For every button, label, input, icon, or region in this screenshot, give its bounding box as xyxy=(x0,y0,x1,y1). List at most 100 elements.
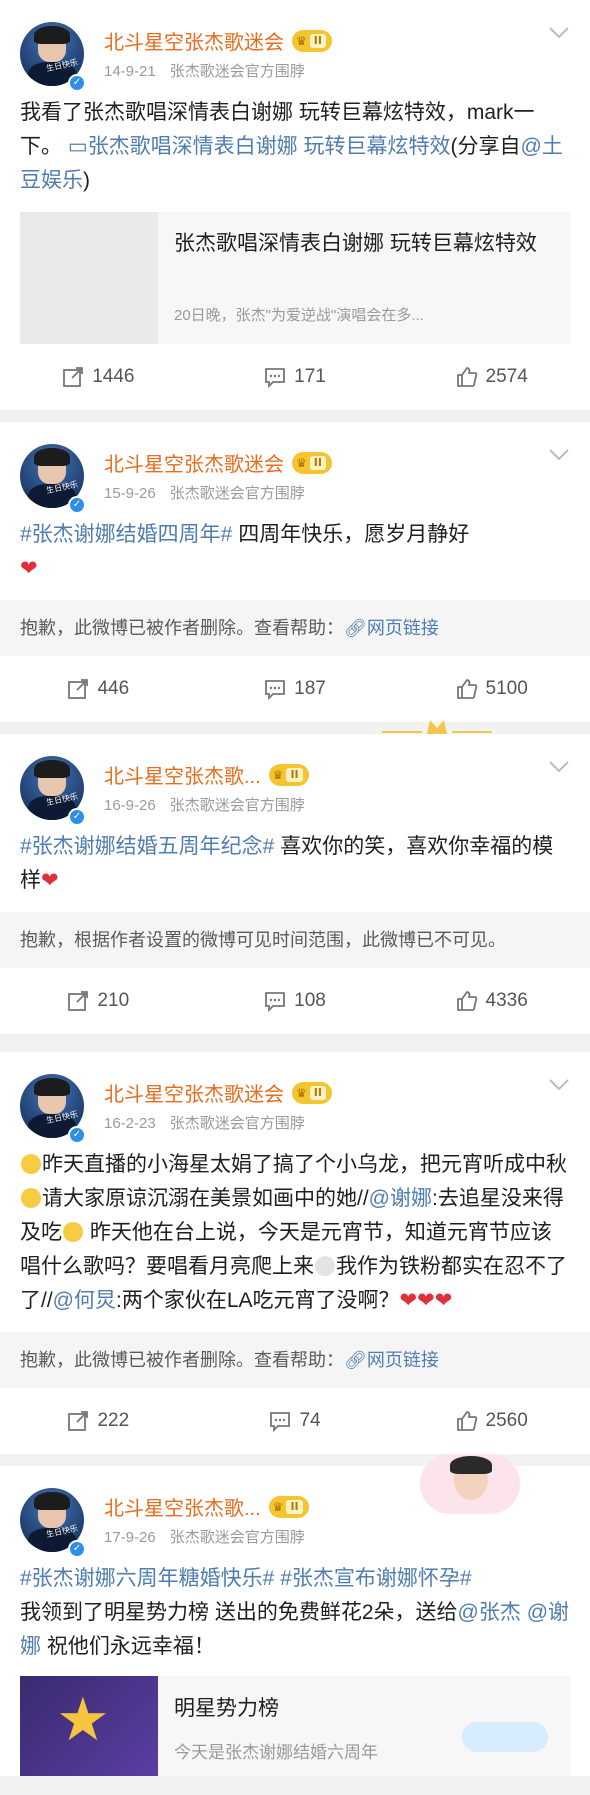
post-header: 生日快乐 ✓ 北斗星空张杰歌... ♛ II 17-9-26 张杰歌迷会官方围脖 xyxy=(0,1466,590,1562)
hashtag-link[interactable]: #张杰谢娜结婚五周年纪念# xyxy=(20,835,274,858)
weibo-post: 生日快乐 ✓ 北斗星空张杰歌迷会 ♛ II 16-2-23 张杰歌迷会官方围脖 昨天… xyxy=(0,1052,590,1454)
post-meta: 14-9-21 张杰歌迷会官方围脖 xyxy=(104,60,305,81)
comment-button[interactable]: 187 xyxy=(197,678,394,700)
post-header: 生日快乐 ✓ 北斗星空张杰歌迷会 ♛ II 16-2-23 张杰歌迷会官方围脖 xyxy=(0,1052,590,1148)
promo-button[interactable] xyxy=(462,1722,548,1752)
video-thumbnail xyxy=(20,212,158,344)
post-meta: 15-9-26 张杰歌迷会官方围脖 xyxy=(104,482,305,503)
promo-thumbnail: ★ xyxy=(20,1676,158,1776)
post-text: 昨天直播的小海星太娟了搞了个小乌龙，把元宵听成中秋请大家原谅沉溺在美景如画中的她… xyxy=(20,1153,567,1312)
comment-icon xyxy=(265,680,286,700)
comment-icon xyxy=(265,368,286,388)
post-date: 14-9-21 xyxy=(104,63,156,80)
deleted-notice: 抱歉，此微博已被作者删除。查看帮助：🔗︎网页链接 xyxy=(0,600,590,656)
crown-icon: ♛ xyxy=(272,1499,284,1514)
web-link[interactable]: 🔗︎网页链接 xyxy=(344,618,439,638)
author-name[interactable]: 北斗星空张杰歌... xyxy=(104,1492,261,1521)
author-name[interactable]: 北斗星空张杰歌迷会 xyxy=(104,26,284,55)
mention-link[interactable]: @何炅 xyxy=(53,1289,116,1312)
repost-button[interactable]: 446 xyxy=(0,678,197,700)
heart-emoji: ❤ xyxy=(41,869,59,892)
author-name[interactable]: 北斗星空张杰歌迷会 xyxy=(104,1078,284,1107)
promo-description: 今天是张杰谢娜结婚六周年 xyxy=(174,1743,378,1762)
mention-link[interactable]: @谢娜 xyxy=(369,1187,432,1210)
like-button[interactable]: 5100 xyxy=(393,678,590,700)
chevron-down-icon[interactable] xyxy=(548,26,570,40)
card-title: 张杰歌唱深情表白谢娜 玩转巨幕炫特效 xyxy=(174,232,537,255)
repost-icon xyxy=(68,1411,89,1431)
like-icon xyxy=(456,679,477,699)
emoji-icon xyxy=(21,1154,41,1174)
heart-emoji: ❤ xyxy=(20,557,38,580)
post-date: 16-2-23 xyxy=(104,1115,156,1132)
post-actions: 446 187 5100 xyxy=(0,656,590,722)
chevron-down-icon[interactable] xyxy=(548,1078,570,1092)
hidden-notice: 抱歉，根据作者设置的微博可见时间范围，此微博已不可见。 xyxy=(0,912,590,968)
comment-button[interactable]: 108 xyxy=(197,990,394,1012)
repost-button[interactable]: 222 xyxy=(0,1410,197,1432)
post-meta: 17-9-26 张杰歌迷会官方围脖 xyxy=(104,1526,305,1547)
post-source: 张杰歌迷会官方围脖 xyxy=(169,797,305,814)
repost-icon xyxy=(68,679,89,699)
hashtag-link[interactable]: #张杰宣布谢娜怀孕# xyxy=(280,1567,471,1590)
weibo-post: 生日快乐 ✓ 北斗星空张杰歌... ♛ II 17-9-26 张杰歌迷会官方围脖 #… xyxy=(0,1454,590,1776)
link-icon: 🔗︎ xyxy=(344,1350,367,1370)
repost-button[interactable]: 210 xyxy=(0,990,197,1012)
comment-button[interactable]: 74 xyxy=(197,1410,394,1432)
comment-icon xyxy=(265,992,286,1012)
crown-icon: ♛ xyxy=(272,767,284,782)
like-icon xyxy=(456,367,477,387)
post-source: 张杰歌迷会官方围脖 xyxy=(169,63,305,80)
level-badge: ♛ II xyxy=(292,451,332,474)
post-header: 生日快乐 ✓ 北斗星空张杰歌迷会 ♛ II 14-9-21 张杰歌迷会官方围脖 xyxy=(0,0,590,96)
video-card[interactable]: 张杰歌唱深情表白谢娜 玩转巨幕炫特效 20日晚，张杰"为爱逆战"演唱会在多... xyxy=(20,212,570,344)
repost-icon xyxy=(68,991,89,1011)
crown-icon: ♛ xyxy=(296,455,307,470)
repost-icon xyxy=(63,367,84,387)
post-header: 生日快乐 ✓ 北斗星空张杰歌... ♛ II 16-9-26 张杰歌迷会官方围脖 xyxy=(0,734,590,830)
author-name[interactable]: 北斗星空张杰歌迷会 xyxy=(104,448,284,477)
hashtag-link[interactable]: #张杰谢娜结婚四周年# xyxy=(20,523,232,546)
post-source: 张杰歌迷会官方围脖 xyxy=(169,1115,305,1132)
crown-icon: ♛ xyxy=(296,33,307,48)
comment-icon xyxy=(270,1412,291,1432)
post-meta: 16-9-26 张杰歌迷会官方围脖 xyxy=(104,794,305,815)
chevron-down-icon[interactable] xyxy=(548,448,570,462)
hashtag-link[interactable]: #张杰谢娜六周年糖婚快乐# xyxy=(20,1567,274,1590)
like-button[interactable]: 2574 xyxy=(393,366,590,388)
weibo-post: 生日快乐 ✓ 北斗星空张杰歌迷会 ♛ II 15-9-26 张杰歌迷会官方围脖 #张… xyxy=(0,422,590,722)
verified-badge-icon: ✓ xyxy=(68,1126,86,1144)
level-badge: ♛ II xyxy=(292,29,332,52)
emoji-icon xyxy=(21,1188,41,1208)
promo-card[interactable]: ★ 明星势力榜 今天是张杰谢娜结婚六周年 xyxy=(20,1676,570,1776)
post-actions: 210 108 4336 xyxy=(0,968,590,1034)
star-icon: ★ xyxy=(56,1685,110,1755)
post-date: 15-9-26 xyxy=(104,485,156,502)
level-badge: ♛ II xyxy=(292,1081,332,1104)
emoji-icon xyxy=(63,1222,83,1242)
post-source: 张杰歌迷会官方围脖 xyxy=(169,485,305,502)
heart-emoji: ❤❤❤ xyxy=(399,1289,453,1312)
like-button[interactable]: 4336 xyxy=(393,990,590,1012)
like-icon xyxy=(456,1411,477,1431)
card-description: 20日晚，张杰"为爱逆战"演唱会在多... xyxy=(174,307,424,324)
post-text: #张杰谢娜结婚五周年纪念# 喜欢你的笑，喜欢你幸福的模样❤ xyxy=(20,835,554,892)
repost-button[interactable]: 1446 xyxy=(0,366,197,388)
verified-badge-icon: ✓ xyxy=(68,1540,86,1558)
promo-title: 明星势力榜 xyxy=(174,1697,279,1720)
post-source: 张杰歌迷会官方围脖 xyxy=(169,1529,305,1546)
weibo-feed: 生日快乐 ✓ 北斗星空张杰歌迷会 ♛ II 14-9-21 张杰歌迷会官方围脖 我看… xyxy=(0,0,590,1776)
chevron-down-icon[interactable] xyxy=(548,760,570,774)
post-header: 生日快乐 ✓ 北斗星空张杰歌迷会 ♛ II 15-9-26 张杰歌迷会官方围脖 xyxy=(0,422,590,518)
web-link[interactable]: 🔗︎网页链接 xyxy=(344,1350,439,1370)
comment-button[interactable]: 171 xyxy=(197,366,394,388)
author-name[interactable]: 北斗星空张杰歌... xyxy=(104,760,261,789)
post-actions: 222 74 2560 xyxy=(0,1388,590,1454)
video-link[interactable]: ▭张杰歌唱深情表白谢娜 玩转巨幕炫特效 xyxy=(68,135,451,158)
mention-link[interactable]: @张杰 xyxy=(458,1601,521,1624)
like-button[interactable]: 2560 xyxy=(393,1410,590,1432)
post-date: 16-9-26 xyxy=(104,797,156,814)
post-text: #张杰谢娜六周年糖婚快乐# #张杰宣布谢娜怀孕# 我领到了明星势力榜 送出的免费… xyxy=(20,1567,570,1658)
emoji-icon xyxy=(315,1256,335,1276)
level-badge: ♛ II xyxy=(268,763,309,786)
